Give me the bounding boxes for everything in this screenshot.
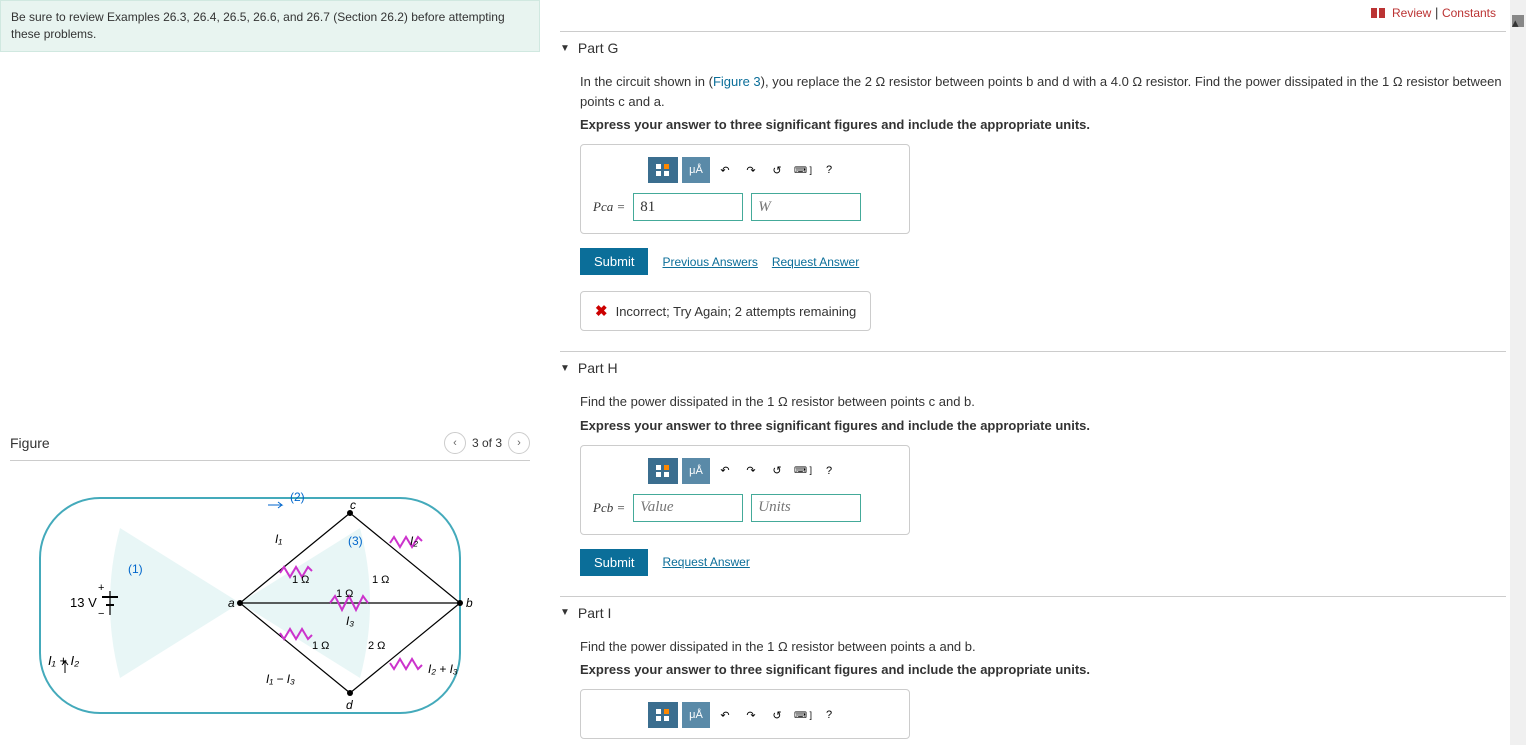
- right-panel: Review | Constants ▼ Part G In the circu…: [540, 0, 1526, 745]
- part-g-instruction: Express your answer to three significant…: [580, 117, 1506, 132]
- svg-text:a: a: [228, 596, 235, 610]
- svg-text:I₁ + I₂: I₁ + I₂: [48, 653, 79, 668]
- help-button[interactable]: ?: [818, 157, 840, 183]
- svg-text:d: d: [346, 698, 353, 712]
- part-i-toolbar: μÅ ↶ ↷ ↺ ⌨ ] ?: [593, 702, 897, 728]
- part-h-value-input[interactable]: [633, 494, 743, 522]
- part-g-submit-button[interactable]: Submit: [580, 248, 648, 275]
- keyboard-button[interactable]: ⌨ ]: [792, 702, 814, 728]
- part-g-label: Pca =: [593, 199, 625, 215]
- templates-button[interactable]: [648, 157, 678, 183]
- part-g-value-input[interactable]: [633, 193, 743, 221]
- undo-button[interactable]: ↶: [714, 157, 736, 183]
- svg-text:I₁ − I₃: I₁ − I₃: [266, 672, 295, 686]
- part-g-body: In the circuit shown in (Figure 3), you …: [560, 64, 1506, 351]
- svg-text:(1): (1): [128, 562, 143, 576]
- part-g-units-input[interactable]: [751, 193, 861, 221]
- part-g-toolbar: μÅ ↶ ↷ ↺ ⌨ ] ?: [593, 157, 897, 183]
- part-g-header[interactable]: ▼ Part G: [560, 31, 1506, 64]
- part-i-header[interactable]: ▼ Part I: [560, 596, 1506, 629]
- caret-down-icon: ▼: [560, 363, 570, 374]
- caret-down-icon: ▼: [560, 43, 570, 54]
- part-h-title: Part H: [578, 360, 618, 376]
- part-g-title: Part G: [578, 40, 618, 56]
- figure-section: Figure ‹ 3 of 3 ›: [0, 432, 540, 736]
- svg-text:2 Ω: 2 Ω: [368, 640, 385, 652]
- templates-button[interactable]: [648, 702, 678, 728]
- units-button[interactable]: μÅ: [682, 458, 710, 484]
- part-g-answer-box: μÅ ↶ ↷ ↺ ⌨ ] ? Pca =: [580, 144, 910, 234]
- reset-button[interactable]: ↺: [766, 458, 788, 484]
- part-i-title: Part I: [578, 605, 611, 621]
- undo-button[interactable]: ↶: [714, 458, 736, 484]
- part-h-units-input[interactable]: [751, 494, 861, 522]
- svg-text:−: −: [98, 608, 104, 620]
- part-h-question: Find the power dissipated in the 1 Ω res…: [580, 392, 1506, 412]
- svg-text:(3): (3): [348, 534, 363, 548]
- part-h-submit-button[interactable]: Submit: [580, 549, 648, 576]
- left-panel: Be sure to review Examples 26.3, 26.4, 2…: [0, 0, 540, 745]
- figure-counter: 3 of 3: [472, 436, 502, 450]
- part-i-instruction: Express your answer to three significant…: [580, 662, 1506, 677]
- part-g-feedback: ✖ Incorrect; Try Again; 2 attempts remai…: [580, 291, 871, 331]
- svg-text:I₁: I₁: [275, 532, 282, 546]
- redo-button[interactable]: ↷: [740, 157, 762, 183]
- svg-text:13 V: 13 V: [70, 595, 97, 610]
- part-h-instruction: Express your answer to three significant…: [580, 418, 1506, 433]
- svg-text:I₂: I₂: [410, 534, 418, 548]
- reset-button[interactable]: ↺: [766, 702, 788, 728]
- keyboard-button[interactable]: ⌨ ]: [792, 458, 814, 484]
- help-button[interactable]: ?: [818, 702, 840, 728]
- keyboard-button[interactable]: ⌨ ]: [792, 157, 814, 183]
- part-g-feedback-text: Incorrect; Try Again; 2 attempts remaini…: [616, 304, 857, 319]
- part-h-toolbar: μÅ ↶ ↷ ↺ ⌨ ] ?: [593, 458, 897, 484]
- caret-down-icon: ▼: [560, 607, 570, 618]
- reset-button[interactable]: ↺: [766, 157, 788, 183]
- redo-button[interactable]: ↷: [740, 702, 762, 728]
- part-h-request-answer-link[interactable]: Request Answer: [662, 555, 749, 569]
- redo-button[interactable]: ↷: [740, 458, 762, 484]
- svg-text:1 Ω: 1 Ω: [372, 574, 389, 586]
- review-link[interactable]: Review: [1392, 6, 1431, 20]
- part-h-header[interactable]: ▼ Part H: [560, 351, 1506, 384]
- scroll-thumb[interactable]: ▴: [1512, 15, 1524, 27]
- scrollbar[interactable]: ▴: [1510, 0, 1526, 745]
- part-g-previous-answers-link[interactable]: Previous Answers: [662, 255, 757, 269]
- units-button[interactable]: μÅ: [682, 157, 710, 183]
- part-h-answer-box: μÅ ↶ ↷ ↺ ⌨ ] ? Pcb =: [580, 445, 910, 535]
- part-i-body: Find the power dissipated in the 1 Ω res…: [560, 629, 1506, 745]
- circuit-diagram: 13 V + − (1) (2) (3) c a b d I₁ I₂ I₃ 1 …: [10, 473, 490, 733]
- part-g-request-answer-link[interactable]: Request Answer: [772, 255, 859, 269]
- undo-button[interactable]: ↶: [714, 702, 736, 728]
- svg-text:(2): (2): [290, 490, 305, 504]
- part-g-question: In the circuit shown in (Figure 3), you …: [580, 72, 1506, 111]
- svg-text:c: c: [350, 498, 356, 512]
- figure-3-link[interactable]: Figure 3: [713, 74, 761, 89]
- part-i-answer-box: μÅ ↶ ↷ ↺ ⌨ ] ?: [580, 689, 910, 739]
- constants-link[interactable]: Constants: [1442, 6, 1496, 20]
- figure-prev-button[interactable]: ‹: [444, 432, 466, 454]
- hint-text: Be sure to review Examples 26.3, 26.4, 2…: [0, 0, 540, 52]
- top-links: Review | Constants: [560, 0, 1506, 31]
- figure-nav: ‹ 3 of 3 ›: [444, 432, 530, 454]
- svg-text:I₂ + I₃: I₂ + I₃: [428, 662, 458, 676]
- svg-text:1 Ω: 1 Ω: [312, 640, 329, 652]
- part-i-question: Find the power dissipated in the 1 Ω res…: [580, 637, 1506, 657]
- templates-button[interactable]: [648, 458, 678, 484]
- figure-next-button[interactable]: ›: [508, 432, 530, 454]
- x-icon: ✖: [595, 302, 608, 320]
- svg-text:b: b: [466, 596, 473, 610]
- svg-text:I₃: I₃: [346, 614, 354, 628]
- units-button[interactable]: μÅ: [682, 702, 710, 728]
- figure-title: Figure: [10, 435, 50, 451]
- book-icon: [1371, 6, 1385, 21]
- svg-text:+: +: [98, 582, 104, 594]
- part-h-label: Pcb =: [593, 500, 625, 516]
- svg-text:1 Ω: 1 Ω: [336, 588, 353, 600]
- help-button[interactable]: ?: [818, 458, 840, 484]
- svg-text:1 Ω: 1 Ω: [292, 574, 309, 586]
- part-h-body: Find the power dissipated in the 1 Ω res…: [560, 384, 1506, 596]
